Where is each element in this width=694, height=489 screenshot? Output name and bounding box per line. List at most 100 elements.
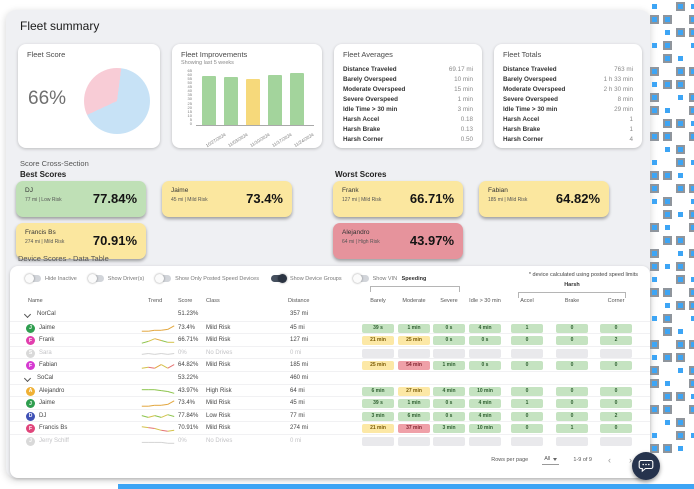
bar-chart-y-axis: 65605550454035302520151050 [176, 69, 192, 126]
metric-badge: 4 min [433, 387, 465, 396]
chevron-left-icon[interactable]: ‹ [606, 456, 613, 465]
pixel-cell [652, 82, 657, 87]
toggle-knob [353, 274, 362, 283]
score-card-name: Francis Bs [25, 229, 56, 236]
toggle-show-driver-s-[interactable]: Show Driver(s) [89, 275, 144, 282]
chevron-down-icon [24, 375, 31, 382]
bar-10/27/2024 [202, 76, 216, 125]
toggle-knob [278, 274, 287, 283]
pixel-cell [678, 368, 683, 373]
metric-badge: 21 min [362, 336, 394, 345]
toggle-knob [25, 274, 34, 283]
metric-badge: 6 min [362, 387, 394, 396]
pixel-cell [678, 186, 683, 191]
device-score: 43.97% [178, 388, 198, 394]
table-row-fabian[interactable]: FFabian64.82%Mild Risk185 mi25 min54 min… [10, 358, 650, 371]
rows-per-page-select[interactable]: All [542, 455, 559, 465]
worst-scores-cards: Frank127 mi | Mild Risk66.71%Fabian185 m… [333, 181, 609, 259]
toggle-switch[interactable] [89, 275, 104, 282]
toggle-show-only-posted-speed-devices[interactable]: Show Only Posted Speed Devices [156, 275, 259, 282]
avatar: S [26, 349, 35, 358]
metric-badge: 39 s [362, 324, 394, 333]
table-row-jaime[interactable]: JJaime73.4%Mild Risk45 mi39 s1 min0 s4 m… [10, 396, 650, 409]
metric-row: Harsh Corner0.50 [343, 134, 473, 144]
device-distance: 0 mi [290, 350, 301, 356]
device-score: 77.84% [178, 413, 198, 419]
metric-badge [556, 349, 588, 358]
chat-button[interactable] [632, 452, 660, 480]
table-row-jaime[interactable]: JJaime73.4%Mild Risk45 mi39 s1 min0 s4 m… [10, 321, 650, 334]
score-card-detail: 127 mi | Mild Risk [342, 197, 381, 203]
metric-label: Harsh Accel [503, 116, 539, 123]
pixel-cell [665, 394, 670, 399]
device-name: Jerry Schiff [39, 438, 69, 444]
metric-badge: 0 [511, 387, 543, 396]
table-row-francis-bs[interactable]: FFrancis Bs70.91%Mild Risk274 mi21 min37… [10, 421, 650, 434]
metric-badge: 4 min [469, 324, 501, 333]
toggle-switch[interactable] [354, 275, 369, 282]
table-row-dj[interactable]: DDJ77.84%Low Risk77 mi3 min6 min0 s4 min… [10, 409, 650, 422]
device-distance: 45 mi [290, 400, 305, 406]
pixel-cell [652, 69, 657, 74]
pixel-cell [652, 446, 657, 451]
device-name: Frank [39, 337, 54, 343]
pixel-cell [665, 17, 670, 22]
toggle-hide-inactive[interactable]: Hide Inactive [26, 275, 77, 282]
metric-value: 0.13 [461, 126, 473, 133]
trend-sparkline [140, 424, 176, 433]
metric-badge: 10 min [469, 424, 501, 433]
device-class: No Drives [206, 438, 232, 444]
pixel-cell [678, 121, 683, 126]
pixel-cell [652, 95, 657, 100]
metric-badge: 0 [600, 324, 632, 333]
score-card-name: Alejandro [342, 229, 369, 236]
table-row-jerry-schiff[interactable]: JJerry Schiff0%No Drives0 mi [10, 434, 650, 447]
page-range: 1-9 of 9 [573, 457, 592, 463]
group-row-socal[interactable]: SoCal53.22%460 mi [10, 371, 650, 384]
metric-badge [362, 437, 394, 446]
metric-label: Distance Traveled [503, 66, 557, 73]
device-distance: 0 mi [290, 438, 301, 444]
metric-badge: 37 min [398, 424, 430, 433]
fleet-score-value: 66% [28, 88, 66, 110]
score-card-dj: DJ77 mi | Low Risk77.84% [16, 181, 146, 217]
metric-badge: 3 min [433, 424, 465, 433]
group-row-norcal[interactable]: NorCal51.23%357 mi [10, 308, 650, 321]
pixel-cell [665, 43, 670, 48]
toggle-show-device-groups[interactable]: Show Device Groups [271, 275, 342, 282]
metric-badge: 0 [600, 387, 632, 396]
metric-badge: 1 [556, 424, 588, 433]
metric-badge: 0 [556, 324, 588, 333]
metric-value: 0.50 [461, 136, 473, 143]
pixel-cell [652, 108, 657, 113]
metric-value: 0.18 [461, 116, 473, 123]
toggle-switch[interactable] [26, 275, 41, 282]
metric-value: 2 h 30 min [604, 86, 633, 93]
metric-badge: 0 [600, 424, 632, 433]
metric-badge [600, 349, 632, 358]
trend-sparkline [140, 437, 176, 446]
score-card-name: Frank [342, 187, 359, 194]
metric-badge [600, 437, 632, 446]
metric-badge: 0 [556, 412, 588, 421]
device-score: 64.82% [178, 362, 198, 368]
posted-speed-note: * device calculated using posted speed l… [529, 272, 638, 278]
metric-row: Harsh Brake1 [503, 124, 633, 134]
metric-row: Harsh Brake0.13 [343, 124, 473, 134]
pixel-cell [652, 43, 657, 48]
pixel-cell [678, 355, 683, 360]
pixel-cell [678, 238, 683, 243]
toggle-switch[interactable] [271, 275, 286, 282]
score-card-name: Fabian [488, 187, 508, 194]
pixel-decoration-strip [118, 484, 694, 489]
metric-badge [398, 349, 430, 358]
device-distance: 127 mi [290, 337, 308, 343]
metric-label: Distance Traveled [343, 66, 397, 73]
table-row-sara[interactable]: SSara0%No Drives0 mi [10, 346, 650, 359]
table-row-frank[interactable]: FFrank66.71%Mild Risk127 mi21 min25 min0… [10, 333, 650, 346]
score-card-detail: 64 mi | High Risk [342, 239, 380, 245]
toggle-switch[interactable] [156, 275, 171, 282]
metric-label: Idle Time > 30 min [503, 106, 557, 113]
speeding-bracket [370, 286, 460, 292]
table-row-alejandro[interactable]: AAlejandro43.97%High Risk64 mi6 min27 mi… [10, 384, 650, 397]
